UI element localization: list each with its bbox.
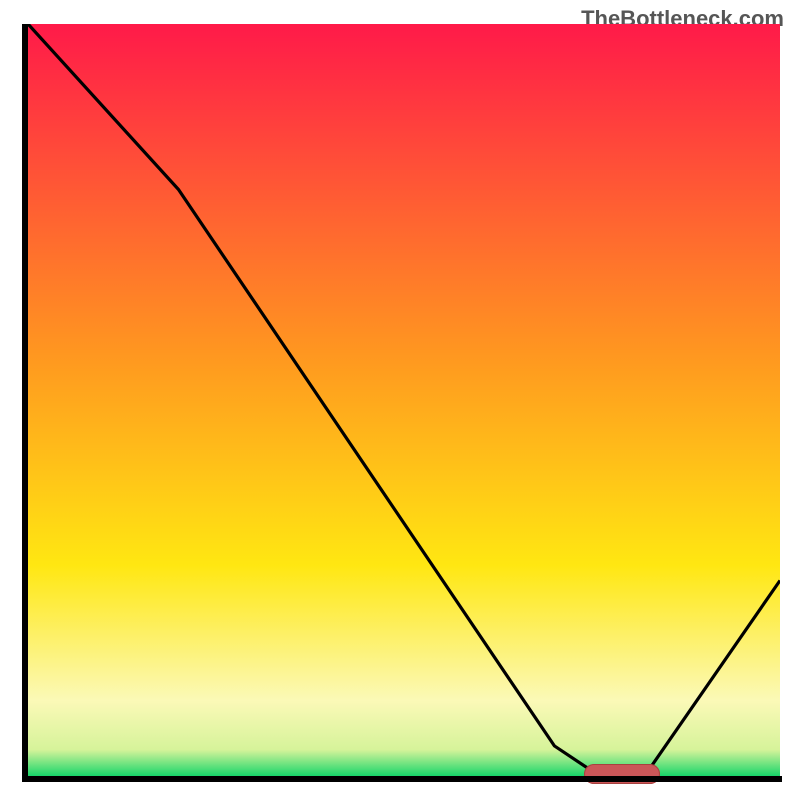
y-axis xyxy=(22,24,28,778)
plot-svg xyxy=(28,24,780,776)
x-axis xyxy=(22,776,782,782)
bottleneck-chart: TheBottleneck.com xyxy=(0,0,800,800)
plot-area xyxy=(28,24,780,776)
gradient-background xyxy=(28,24,780,776)
